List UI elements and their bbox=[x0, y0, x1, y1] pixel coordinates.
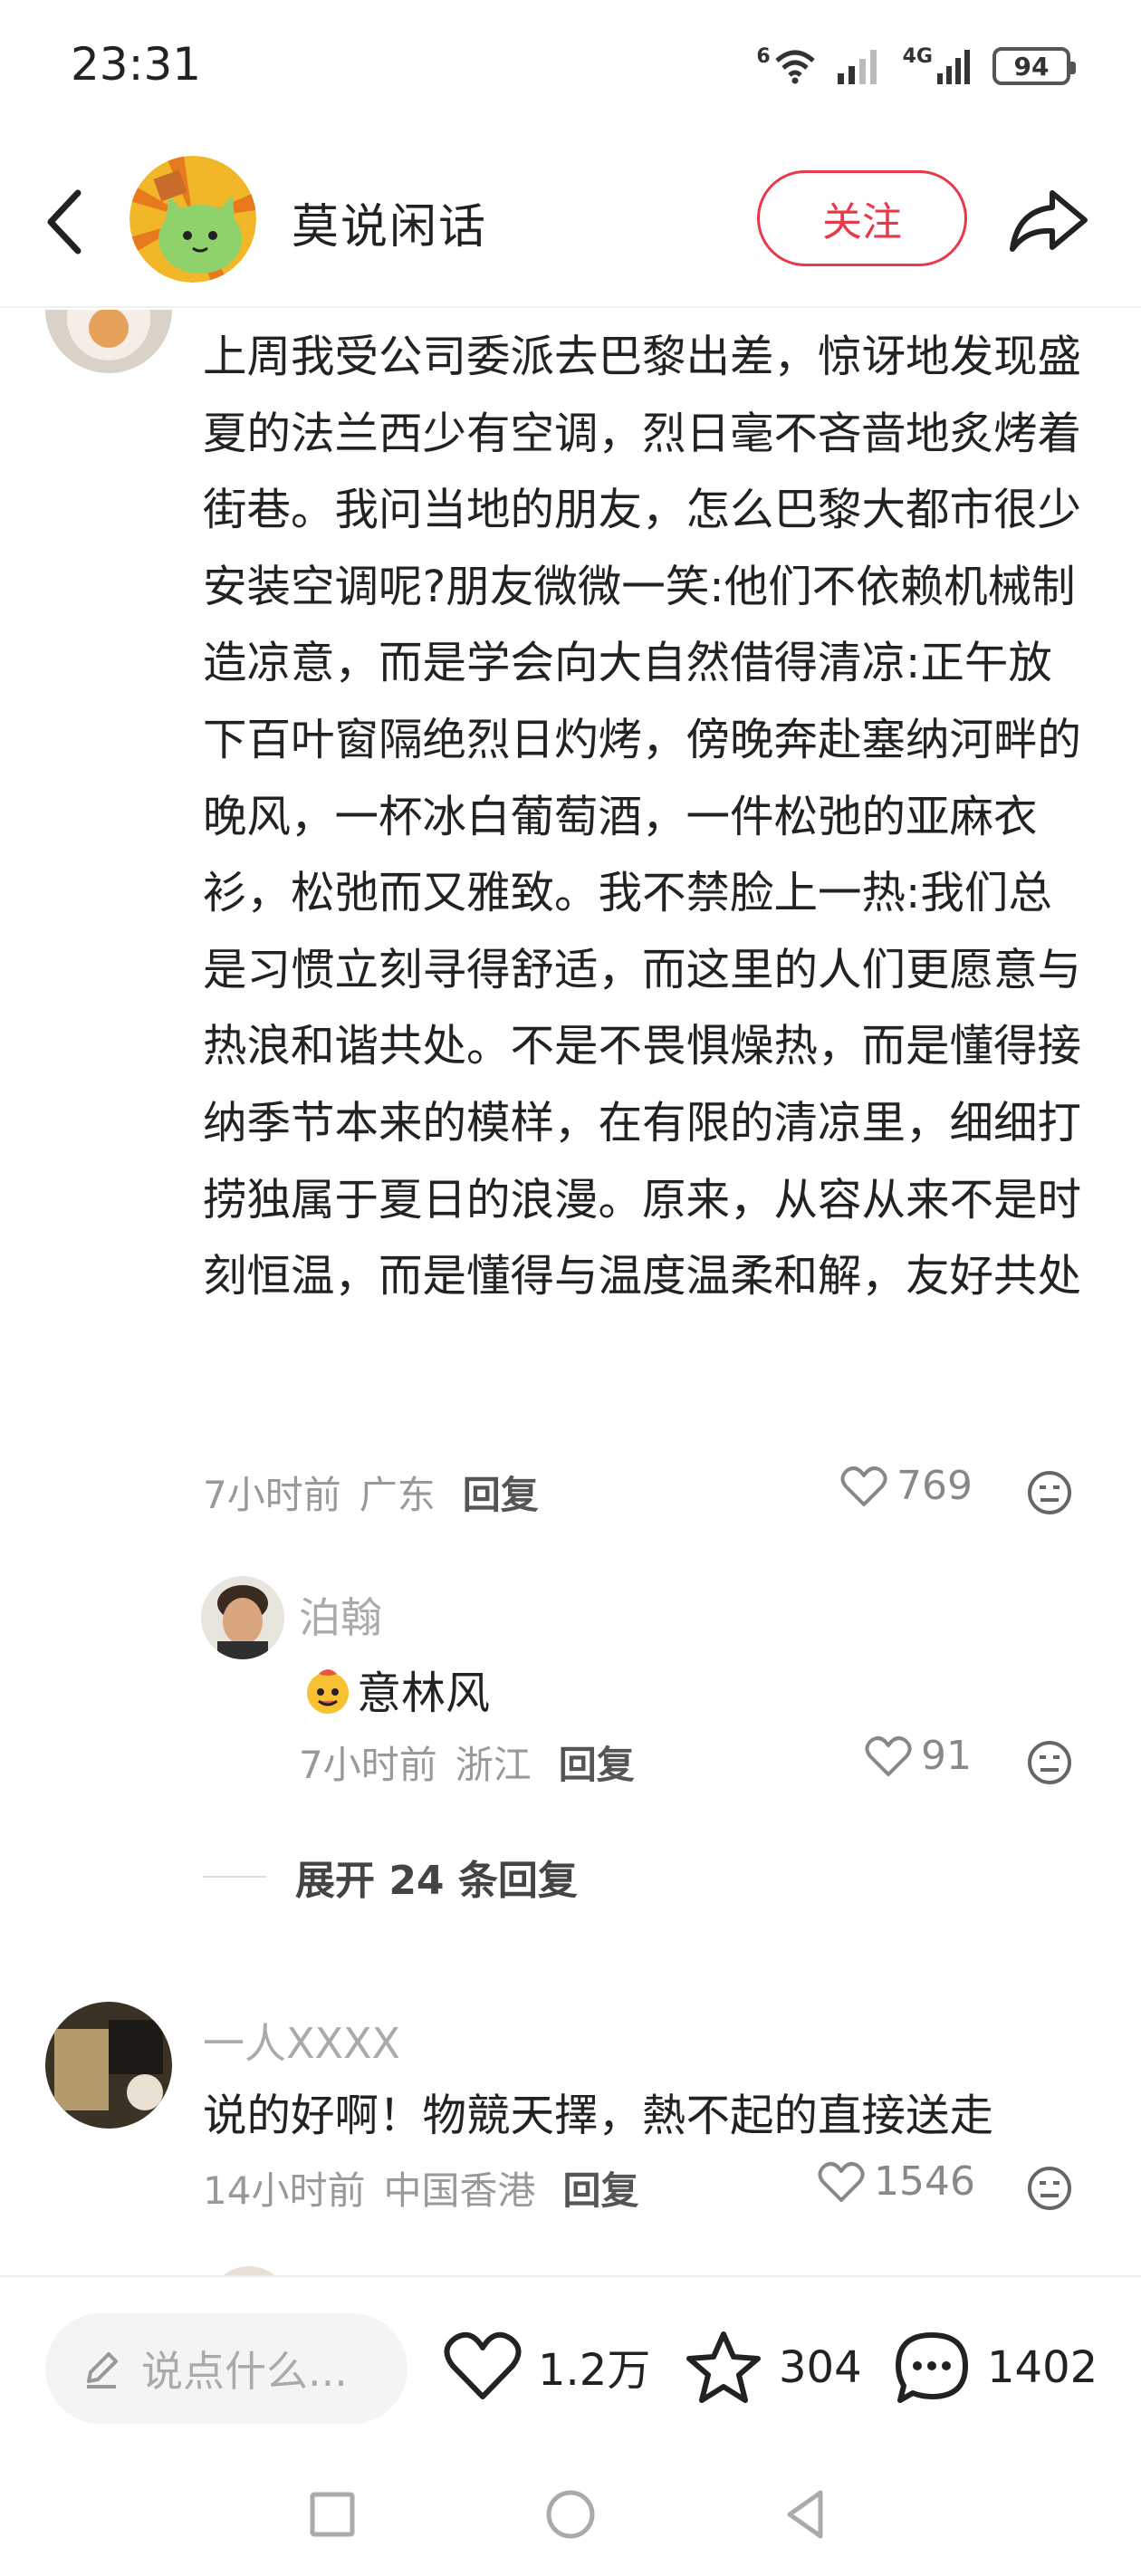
reply-location: 浙江 bbox=[455, 1743, 532, 1787]
comments-button[interactable]: 1402 bbox=[893, 2330, 1098, 2406]
wifi-status: 6 bbox=[756, 45, 815, 88]
reply-button[interactable]: 回复 bbox=[463, 1465, 539, 1520]
heart-icon bbox=[840, 1466, 887, 1506]
wifi-icon bbox=[774, 50, 815, 84]
square-icon bbox=[310, 2492, 355, 2537]
network-label: 6 bbox=[756, 44, 771, 68]
reply-avatar[interactable] bbox=[201, 1576, 284, 1659]
dislike-face-icon bbox=[1028, 1471, 1071, 1514]
comment-like-button[interactable]: 769 bbox=[840, 1463, 973, 1509]
reply-meta: 7小时前 浙江 回复 bbox=[299, 1735, 635, 1790]
expand-replies-label: 展开 24 条回复 bbox=[295, 1858, 578, 1904]
triangle-back-icon bbox=[787, 2490, 823, 2539]
comment-time: 14小时前 bbox=[203, 2168, 366, 2213]
reply-time: 7小时前 bbox=[299, 1743, 437, 1787]
favorite-button[interactable]: 304 bbox=[685, 2330, 862, 2406]
follow-button[interactable]: 关注 bbox=[757, 170, 967, 266]
comment-like-count: 1546 bbox=[874, 2158, 975, 2205]
reply-text: 意林风 bbox=[357, 1668, 491, 1719]
comment-location: 广东 bbox=[359, 1473, 436, 1517]
circle-icon bbox=[546, 2490, 595, 2539]
reply-button[interactable]: 回复 bbox=[562, 2160, 638, 2216]
reply-reply-button[interactable]: 回复 bbox=[559, 1735, 635, 1790]
comment-like-button[interactable]: 1546 bbox=[818, 2158, 975, 2205]
status-bar: 23:31 6 4G 94 bbox=[0, 0, 1141, 136]
comment-count: 1402 bbox=[987, 2342, 1098, 2393]
commenter-avatar-image bbox=[45, 310, 172, 373]
status-icons: 6 4G 94 bbox=[756, 43, 1076, 89]
pencil-icon bbox=[87, 2352, 118, 2389]
reply-like-button[interactable]: 91 bbox=[865, 1733, 972, 1779]
comment-input[interactable]: 说点什么... bbox=[45, 2313, 408, 2424]
comment-text: 说的好啊！物競天擇，熱不起的直接送走 bbox=[203, 2091, 994, 2141]
commenter-avatar[interactable] bbox=[45, 2002, 172, 2129]
status-time: 23:31 bbox=[71, 38, 202, 91]
favorite-count: 304 bbox=[779, 2342, 862, 2393]
battery-indicator: 94 bbox=[992, 47, 1076, 85]
reply-content: 意林风 bbox=[302, 1658, 490, 1722]
system-nav-bar bbox=[0, 2456, 1141, 2576]
expand-divider bbox=[203, 1876, 266, 1878]
reply-dislike-button[interactable] bbox=[1026, 1739, 1073, 1786]
post-header: 莫说闲话 关注 bbox=[0, 136, 1141, 308]
comment-like-count: 769 bbox=[896, 1463, 973, 1509]
comment-input-placeholder: 说点什么... bbox=[141, 2347, 348, 2396]
home-button[interactable] bbox=[542, 2485, 599, 2543]
commenter-nickname[interactable]: 一人XXXX bbox=[203, 2011, 400, 2071]
dislike-button[interactable] bbox=[1026, 1469, 1073, 1516]
reply-nickname[interactable]: 泊翰 bbox=[299, 1585, 382, 1645]
back-button[interactable] bbox=[38, 186, 92, 258]
star-icon bbox=[686, 2331, 761, 2403]
system-back-button[interactable] bbox=[777, 2485, 835, 2543]
share-button[interactable] bbox=[1005, 177, 1092, 264]
author-name[interactable]: 莫说闲话 bbox=[292, 188, 487, 256]
comment-meta: 7小时前 广东 回复 bbox=[203, 1465, 539, 1520]
heart-icon bbox=[818, 2161, 865, 2202]
post-like-count: 1.2万 bbox=[538, 2345, 651, 2396]
signal-icon bbox=[837, 50, 877, 84]
signal-4g-icon bbox=[937, 50, 970, 84]
cat-avatar-image bbox=[129, 156, 256, 283]
heart-icon bbox=[444, 2331, 522, 2399]
comment-list[interactable]: 上周我受公司委派去巴黎出差，惊讶地发现盛夏的法兰西少有空调，烈日毫不吝啬地炙烤着… bbox=[0, 310, 1141, 2275]
comment-text: 上周我受公司委派去巴黎出差，惊讶地发现盛夏的法兰西少有空调，烈日毫不吝啬地炙烤着… bbox=[203, 332, 1082, 1302]
author-avatar[interactable] bbox=[129, 156, 256, 283]
dislike-face-icon bbox=[1028, 2167, 1071, 2210]
share-icon bbox=[1010, 190, 1088, 252]
back-icon bbox=[47, 189, 82, 255]
reply-avatar-image bbox=[201, 1576, 284, 1659]
comment-bubble-icon bbox=[896, 2332, 968, 2403]
comment-meta: 14小时前 中国香港 回复 bbox=[203, 2160, 638, 2216]
reply-like-count: 91 bbox=[921, 1733, 972, 1779]
commenter-avatar[interactable] bbox=[208, 2266, 290, 2275]
like-post-button[interactable]: 1.2万 bbox=[444, 2330, 650, 2402]
comment-location: 中国香港 bbox=[383, 2168, 536, 2213]
bottom-action-bar: 说点什么... 1.2万 304 1402 bbox=[0, 2275, 1141, 2456]
recents-button[interactable] bbox=[303, 2485, 361, 2543]
heart-icon bbox=[865, 1735, 912, 1776]
commenter-avatar-image bbox=[45, 2002, 172, 2129]
dislike-button[interactable] bbox=[1026, 2165, 1073, 2212]
battery-level: 94 bbox=[1013, 51, 1050, 82]
dislike-face-icon bbox=[1028, 1741, 1071, 1784]
commenter-avatar[interactable] bbox=[45, 310, 172, 373]
comment-time: 7小时前 bbox=[203, 1473, 341, 1517]
expand-replies-button[interactable]: 展开 24 条回复 bbox=[203, 1848, 578, 1906]
sticker-emoji-icon bbox=[307, 1668, 349, 1714]
cellular-status: 4G bbox=[903, 45, 973, 88]
signal-label: 4G bbox=[902, 44, 933, 68]
